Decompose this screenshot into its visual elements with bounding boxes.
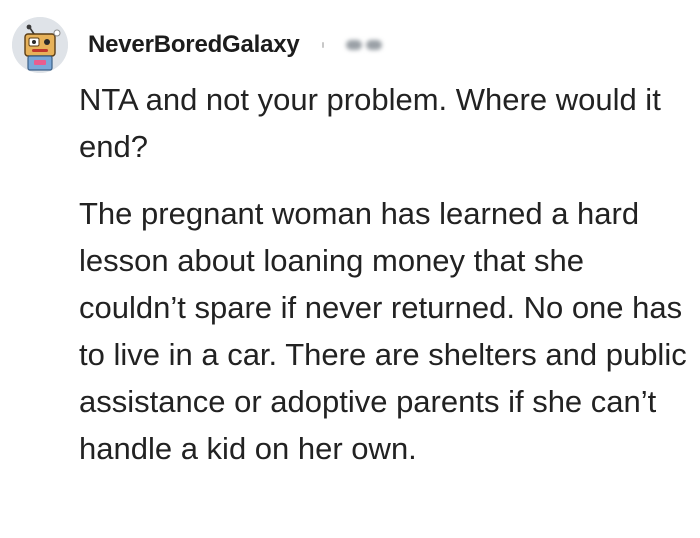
avatar[interactable]	[12, 17, 68, 73]
blurred-timestamp	[345, 40, 382, 50]
blurred-mark	[365, 40, 382, 50]
robot-avatar-icon	[12, 17, 68, 73]
comment-paragraph-1: NTA and not your problem. Where would it…	[79, 82, 661, 164]
comment-header: NeverBoredGalaxy	[12, 14, 382, 76]
comment-body: NTA and not your problem. Where would it…	[79, 76, 689, 472]
comment-paragraph-2: The pregnant woman has learned a hard le…	[79, 196, 687, 466]
meta-separator	[321, 42, 324, 48]
comment: NeverBoredGalaxy NTA and not your proble…	[0, 0, 700, 538]
username[interactable]: NeverBoredGalaxy	[88, 31, 300, 59]
blurred-mark	[345, 40, 362, 50]
